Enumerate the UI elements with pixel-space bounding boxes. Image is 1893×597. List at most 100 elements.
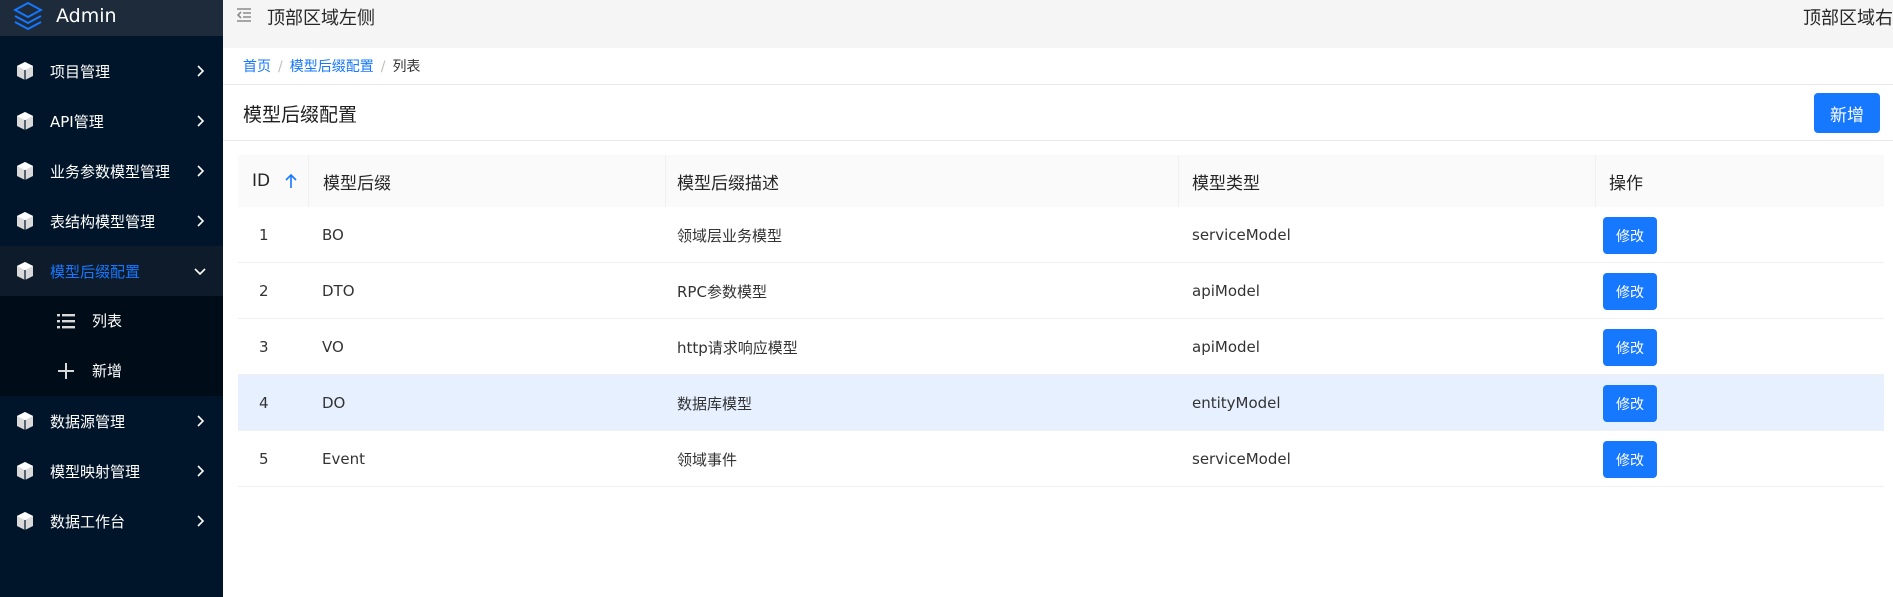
cell-suffix: VO (322, 338, 344, 356)
breadcrumb-section[interactable]: 模型后缀配置 (290, 59, 374, 75)
submenu-item-list[interactable]: 列表 (0, 296, 223, 346)
divider (223, 140, 1893, 141)
cell-suffix: DTO (322, 282, 355, 300)
column-divider (1178, 155, 1179, 207)
cell-description: http请求响应模型 (677, 338, 798, 357)
breadcrumb-separator: / (278, 59, 283, 75)
table-row: 1 BO 领域层业务模型 serviceModel 修改 (238, 207, 1884, 263)
table-row-hovered: 4 DO 数据库模型 entityModel 修改 (238, 375, 1884, 431)
table-row: 3 VO http请求响应模型 apiModel 修改 (238, 319, 1884, 375)
header-right-text: 顶部区域右侧 (1803, 8, 1893, 29)
cell-suffix: Event (322, 450, 365, 468)
chevron-right-icon (197, 465, 205, 477)
top-header: 顶部区域左侧 顶部区域右侧 (223, 0, 1893, 48)
chevron-right-icon (197, 165, 205, 177)
cell-description: 数据库模型 (677, 394, 753, 413)
cell-description: 领域层业务模型 (677, 226, 783, 245)
table-row: 2 DTO RPC参数模型 apiModel 修改 (238, 263, 1884, 319)
sidebar-item-datasource[interactable]: 数据源管理 (0, 396, 223, 446)
chevron-right-icon (197, 515, 205, 527)
cell-id: 4 (259, 394, 269, 412)
page-title: 模型后缀配置 (243, 104, 358, 126)
brand-name: Admin (56, 5, 117, 27)
breadcrumb-current: 列表 (392, 59, 421, 75)
column-divider (1595, 155, 1596, 207)
cube-icon (17, 212, 33, 230)
sidebar-item-project[interactable]: 项目管理 (0, 46, 223, 96)
cube-icon (17, 162, 33, 180)
column-header-label: 模型后缀 (323, 173, 391, 194)
add-button[interactable]: 新增 (1814, 93, 1880, 133)
cell-type: apiModel (1192, 282, 1260, 300)
plus-icon (58, 363, 74, 379)
table-row: 5 Event 领域事件 serviceModel 修改 (238, 431, 1884, 487)
cube-icon (17, 112, 33, 130)
edit-button[interactable]: 修改 (1603, 329, 1657, 366)
column-header-type: 模型类型 (1192, 155, 1260, 207)
chevron-right-icon (197, 65, 205, 77)
sidebar-item-business-params[interactable]: 业务参数模型管理 (0, 146, 223, 196)
sidebar-item-label: 业务参数模型管理 (50, 162, 171, 181)
edit-button[interactable]: 修改 (1603, 273, 1657, 310)
column-header-actions: 操作 (1609, 155, 1643, 207)
sidebar-item-label: API管理 (50, 112, 104, 131)
sidebar-item-model-suffix[interactable]: 模型后缀配置 (0, 246, 223, 296)
submenu-item-add[interactable]: 新增 (0, 346, 223, 396)
app-root: Admin 项目管理 API管理 业务参数模型管理 表结构模型管理 模型后缀配置… (0, 0, 1893, 597)
cell-type: apiModel (1192, 338, 1260, 356)
sidebar-item-label: 数据工作台 (50, 512, 126, 531)
sidebar-item-api[interactable]: API管理 (0, 96, 223, 146)
sidebar-item-label: 模型映射管理 (50, 462, 141, 481)
cell-type: serviceModel (1192, 450, 1291, 468)
cell-description: 领域事件 (677, 450, 738, 469)
sort-ascending-icon[interactable] (284, 173, 298, 189)
column-divider (665, 155, 666, 207)
column-header-label: 模型后缀描述 (677, 173, 779, 194)
sidebar-item-data-workbench[interactable]: 数据工作台 (0, 496, 223, 546)
cell-suffix: BO (322, 226, 344, 244)
cell-suffix: DO (322, 394, 346, 412)
main-content: 首页 / 模型后缀配置 / 列表 模型后缀配置 新增 ID 模型后缀 模型后缀描… (223, 48, 1893, 597)
divider (223, 84, 1893, 85)
menu-fold-icon[interactable] (235, 6, 253, 24)
sidebar-item-label: 项目管理 (50, 62, 111, 81)
submenu-item-label: 列表 (92, 312, 123, 330)
breadcrumb-separator: / (380, 59, 386, 75)
chevron-right-icon (197, 215, 205, 227)
cube-icon (17, 262, 33, 280)
logo[interactable]: Admin (0, 0, 223, 36)
sidebar-item-label: 数据源管理 (50, 412, 126, 431)
sidebar-item-label: 表结构模型管理 (50, 212, 156, 231)
column-header-suffix: 模型后缀 (323, 155, 391, 207)
sidebar: Admin 项目管理 API管理 业务参数模型管理 表结构模型管理 模型后缀配置… (0, 0, 223, 597)
breadcrumb-home[interactable]: 首页 (243, 59, 271, 75)
cell-type: entityModel (1192, 394, 1281, 412)
sidebar-item-table-schema[interactable]: 表结构模型管理 (0, 196, 223, 246)
cube-icon (17, 462, 33, 480)
cell-id: 3 (259, 338, 269, 356)
edit-button[interactable]: 修改 (1603, 217, 1657, 254)
logo-icon (13, 1, 43, 31)
cube-icon (17, 412, 33, 430)
cell-type: serviceModel (1192, 226, 1291, 244)
chevron-right-icon (197, 415, 205, 427)
cube-icon (17, 512, 33, 530)
breadcrumb: 首页 / 模型后缀配置 / 列表 (243, 57, 420, 77)
cell-description: RPC参数模型 (677, 282, 767, 301)
cell-id: 5 (259, 450, 269, 468)
column-header-description: 模型后缀描述 (677, 155, 779, 207)
column-header-label: 模型类型 (1192, 173, 1260, 194)
column-header-id[interactable]: ID (252, 155, 298, 207)
edit-button[interactable]: 修改 (1603, 441, 1657, 478)
list-icon (57, 314, 75, 329)
header-left-text: 顶部区域左侧 (267, 8, 375, 29)
cell-id: 1 (259, 226, 269, 244)
chevron-right-icon (197, 115, 205, 127)
column-divider (308, 155, 309, 207)
sidebar-item-label: 模型后缀配置 (50, 262, 141, 281)
column-header-label: ID (252, 171, 271, 191)
sidebar-item-model-mapping[interactable]: 模型映射管理 (0, 446, 223, 496)
edit-button[interactable]: 修改 (1603, 385, 1657, 422)
chevron-down-icon (194, 268, 206, 276)
cube-icon (17, 62, 33, 80)
